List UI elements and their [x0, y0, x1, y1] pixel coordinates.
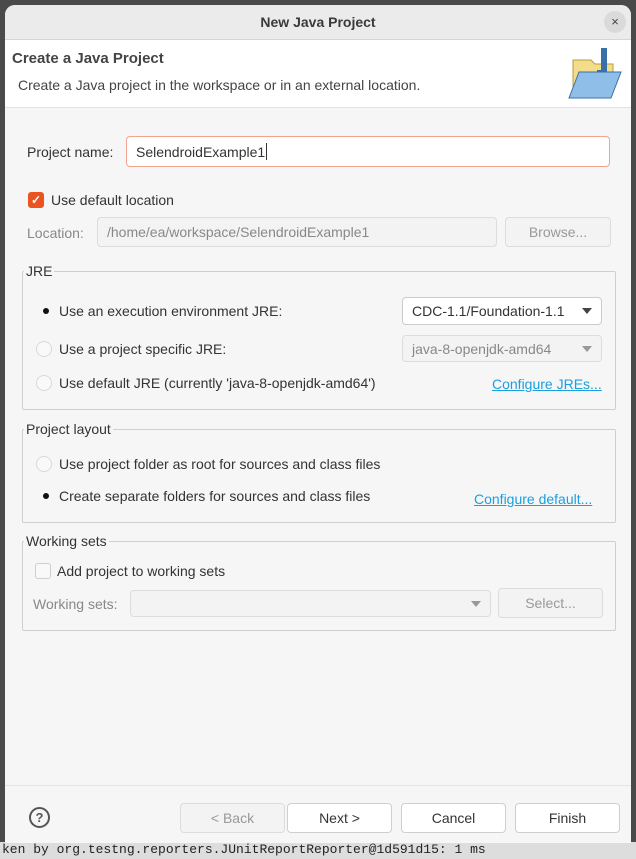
- finish-button[interactable]: Finish: [515, 803, 620, 833]
- add-to-working-sets-checkbox[interactable]: [35, 563, 51, 579]
- select-working-sets-button[interactable]: Select...: [498, 588, 603, 618]
- add-to-working-sets-label: Add project to working sets: [57, 563, 226, 579]
- new-java-project-dialog: New Java Project × Create a Java Project…: [5, 5, 631, 843]
- background-console-text: ken by org.testng.reporters.JUnitReportR…: [0, 842, 636, 859]
- dialog-title: New Java Project: [5, 5, 631, 40]
- cancel-button[interactable]: Cancel: [401, 803, 506, 833]
- browse-button[interactable]: Browse...: [505, 217, 611, 247]
- radio-execution-env[interactable]: [43, 308, 49, 314]
- project-layout-group: [22, 429, 616, 523]
- configure-jres-link[interactable]: Configure JREs...: [492, 376, 602, 392]
- radio-project-folder-root[interactable]: [36, 456, 52, 472]
- chevron-down-icon: [582, 308, 592, 314]
- help-icon[interactable]: ?: [29, 807, 50, 828]
- working-sets-legend: Working sets: [24, 533, 109, 549]
- radio-project-folder-root-label: Use project folder as root for sources a…: [59, 456, 381, 472]
- back-button[interactable]: < Back: [180, 803, 285, 833]
- project-jre-value: java-8-openjdk-amd64: [412, 340, 552, 357]
- chevron-down-icon: [582, 345, 592, 352]
- radio-separate-folders-label: Create separate folders for sources and …: [59, 488, 371, 504]
- location-input[interactable]: /home/ea/workspace/SelendroidExample1: [97, 217, 497, 247]
- location-label: Location:: [27, 225, 84, 241]
- radio-project-specific-jre[interactable]: [36, 341, 52, 357]
- footer-divider: [5, 785, 631, 786]
- close-icon[interactable]: ×: [604, 11, 626, 33]
- next-button[interactable]: Next >: [287, 803, 392, 833]
- wizard-description: Create a Java project in the workspace o…: [18, 77, 421, 93]
- execution-env-value: CDC-1.1/Foundation-1.1: [412, 303, 565, 319]
- project-name-label: Project name:: [27, 144, 114, 160]
- use-default-location-label: Use default location: [51, 192, 174, 208]
- chevron-down-icon: [471, 600, 481, 607]
- configure-default-link[interactable]: Configure default...: [474, 491, 592, 507]
- radio-separate-folders[interactable]: [43, 493, 49, 499]
- project-name-value: SelendroidExample1: [136, 143, 266, 160]
- radio-execution-env-label: Use an execution environment JRE:: [59, 303, 283, 319]
- wizard-title: Create a Java Project: [12, 50, 164, 67]
- location-value: /home/ea/workspace/SelendroidExample1: [107, 224, 370, 240]
- use-default-location-checkbox[interactable]: ✓: [28, 192, 44, 208]
- working-sets-label: Working sets:: [33, 596, 118, 612]
- project-jre-select[interactable]: java-8-openjdk-amd64: [402, 335, 602, 362]
- radio-default-jre-label: Use default JRE (currently 'java-8-openj…: [59, 375, 376, 391]
- radio-project-specific-jre-label: Use a project specific JRE:: [59, 341, 227, 357]
- project-layout-legend: Project layout: [24, 421, 113, 437]
- wizard-header: Create a Java Project Create a Java proj…: [5, 40, 631, 108]
- execution-env-select[interactable]: CDC-1.1/Foundation-1.1: [402, 297, 602, 325]
- jre-legend: JRE: [24, 263, 55, 279]
- working-sets-select[interactable]: [130, 590, 491, 617]
- project-name-input[interactable]: SelendroidExample1: [126, 136, 610, 167]
- java-project-folder-icon: [568, 48, 622, 99]
- radio-default-jre[interactable]: [36, 375, 52, 391]
